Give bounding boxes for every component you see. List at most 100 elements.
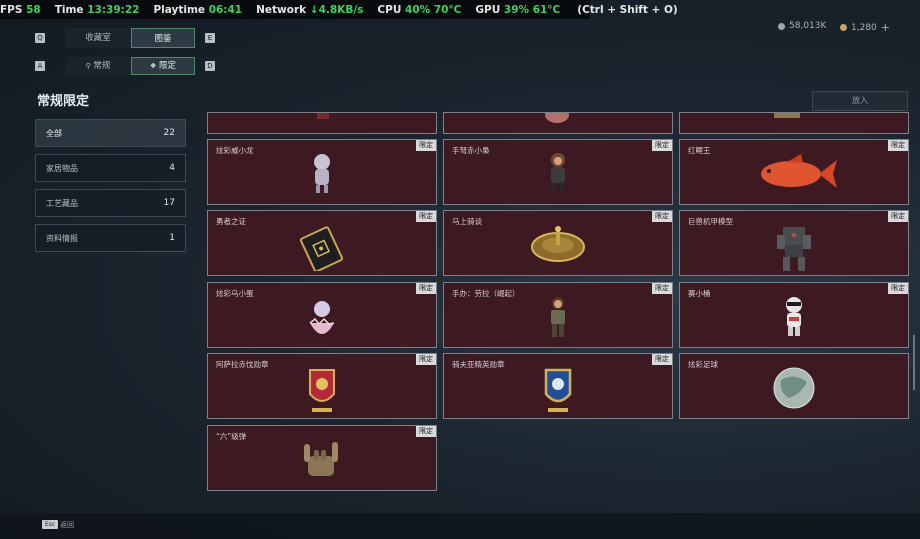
figure-icon xyxy=(551,297,565,337)
item-card-partial[interactable] xyxy=(443,112,673,134)
deposit-button[interactable]: 放入 xyxy=(812,91,908,111)
item-name: 手弩赤小梟 xyxy=(452,146,490,155)
sidebar-item-count: 22 xyxy=(163,128,175,138)
limited-badge: 限定 xyxy=(652,283,672,294)
gpu-load: 39% xyxy=(503,3,530,16)
tab-limited-label: 限定 xyxy=(158,61,176,71)
item-name: 勇者之证 xyxy=(216,217,246,226)
item-art-icon xyxy=(774,113,800,118)
tab-next-key[interactable]: E xyxy=(205,33,215,43)
limited-badge: 限定 xyxy=(416,426,436,437)
tab-collection-room[interactable]: 收藏室 xyxy=(65,28,131,48)
egg-figure-icon xyxy=(309,301,335,334)
card-icon xyxy=(299,226,344,271)
tab-regular[interactable]: ⚲ 常规 xyxy=(65,57,131,75)
sidebar-item-label: 家居物品 xyxy=(46,163,78,173)
limited-badge: 限定 xyxy=(888,211,908,222)
subtab-prev-key[interactable]: A xyxy=(35,61,45,71)
item-card[interactable]: 红鲤王 限定 xyxy=(679,139,909,205)
item-card[interactable]: 巨兽机甲模型 限定 xyxy=(679,210,909,276)
disc-icon xyxy=(531,226,585,262)
limited-badge: 限定 xyxy=(652,140,672,151)
cpu-load: 40% xyxy=(405,3,431,16)
tab-codex[interactable]: 图鉴 xyxy=(131,28,195,48)
gpu-temp: 61°C xyxy=(532,3,561,16)
esc-key[interactable]: Esc xyxy=(42,520,59,529)
item-name: 炫彩威小龙 xyxy=(216,146,254,155)
limited-badge: 限定 xyxy=(652,211,672,222)
item-card[interactable]: 勇者之证 限定 xyxy=(207,210,437,276)
playtime-label: Playtime xyxy=(153,3,206,16)
item-name: 红鲤王 xyxy=(688,146,711,155)
sidebar-item-label: 工艺藏品 xyxy=(46,198,78,208)
sidebar-item-crafts[interactable]: 工艺藏品 17 xyxy=(35,189,186,217)
limited-badge: 限定 xyxy=(888,283,908,294)
item-card[interactable]: 赛小桶 限定 xyxy=(679,282,909,348)
item-card[interactable]: 阿萨拉赤忱勋章 限定 xyxy=(207,353,437,419)
hand-icon xyxy=(304,442,338,476)
limited-badge: 限定 xyxy=(652,354,672,365)
robot-icon xyxy=(786,297,802,336)
item-name: “六”级弹 xyxy=(216,432,247,441)
page-title: 常规限定 xyxy=(37,94,90,109)
time-label: Time xyxy=(54,3,84,16)
item-card[interactable]: “六”级弹 限定 xyxy=(207,425,437,491)
sidebar-item-all[interactable]: 全部 22 xyxy=(35,119,186,147)
sub-tab-row: A ⚲ 常规 ❖ 限定 D xyxy=(35,57,215,75)
network-label: Network xyxy=(256,3,307,16)
currency-a-amount: 58,013K xyxy=(789,21,827,31)
mech-icon xyxy=(777,227,811,271)
limited-badge: 限定 xyxy=(416,140,436,151)
limited-badge: 限定 xyxy=(416,283,436,294)
item-card[interactable]: 炫彩足球 xyxy=(679,353,909,419)
sidebar-item-count: 4 xyxy=(169,163,175,173)
add-currency-button[interactable]: + xyxy=(881,21,890,34)
item-card[interactable]: 骑夫亚精英勋章 限定 xyxy=(443,353,673,419)
fps-value: 58 xyxy=(26,3,41,16)
ball-icon xyxy=(773,367,815,409)
item-name: 马上骑谈 xyxy=(452,217,482,226)
item-card-partial[interactable] xyxy=(679,112,909,134)
cpu-label: CPU xyxy=(377,3,402,16)
limited-badge: 限定 xyxy=(416,211,436,222)
sidebar-item-home[interactable]: 家居物品 4 xyxy=(35,154,186,182)
subtab-next-key[interactable]: D xyxy=(205,61,215,71)
item-card-partial[interactable] xyxy=(207,112,437,134)
item-card[interactable]: 炫彩乌小蛋 限定 xyxy=(207,282,437,348)
scrollbar[interactable] xyxy=(913,335,915,390)
item-name: 骑夫亚精英勋章 xyxy=(452,360,505,369)
playtime-value: 06:41 xyxy=(208,3,243,16)
figure-icon xyxy=(551,153,565,192)
tab-prev-key[interactable]: Q xyxy=(35,33,45,43)
item-art-icon xyxy=(545,113,569,123)
currency-a-icon xyxy=(778,22,785,30)
item-card[interactable]: 手办：劳拉（崛起） 限定 xyxy=(443,282,673,348)
fish-icon xyxy=(761,154,837,188)
time-value: 13:39:22 xyxy=(87,3,140,16)
network-value: ↓4.8KB/s xyxy=(309,3,364,16)
item-name: 手办：劳拉（崛起） xyxy=(452,289,520,298)
top-tab-row: Q 收藏室 图鉴 E xyxy=(35,28,215,48)
item-name: 炫彩乌小蛋 xyxy=(216,289,254,298)
performance-overlay: FPS 58 Time 13:39:22 Playtime 06:41 Netw… xyxy=(0,0,678,19)
item-card[interactable]: 手弩赤小梟 限定 xyxy=(443,139,673,205)
item-name: 巨兽机甲模型 xyxy=(688,217,733,226)
footer-bar xyxy=(0,513,920,539)
item-card[interactable]: 马上骑谈 限定 xyxy=(443,210,673,276)
cpu-temp: 70°C xyxy=(433,3,462,16)
item-card[interactable]: 炫彩威小龙 限定 xyxy=(207,139,437,205)
item-name: 炫彩足球 xyxy=(688,360,718,369)
bulb-icon: ⚲ xyxy=(85,62,91,70)
tab-limited[interactable]: ❖ 限定 xyxy=(131,57,195,75)
limited-badge: 限定 xyxy=(888,140,908,151)
back-label: 返回 xyxy=(60,521,74,529)
sidebar-item-count: 17 xyxy=(163,198,175,208)
medal-icon xyxy=(309,369,335,412)
sidebar-item-intel[interactable]: 资料情报 1 xyxy=(35,224,186,252)
sidebar-item-label: 资料情报 xyxy=(46,233,78,243)
sidebar-item-label: 全部 xyxy=(46,128,62,138)
item-name: 赛小桶 xyxy=(688,289,711,298)
fps-label: FPS xyxy=(0,3,23,16)
item-name: 阿萨拉赤忱勋章 xyxy=(216,360,269,369)
sidebar-item-count: 1 xyxy=(169,233,175,243)
